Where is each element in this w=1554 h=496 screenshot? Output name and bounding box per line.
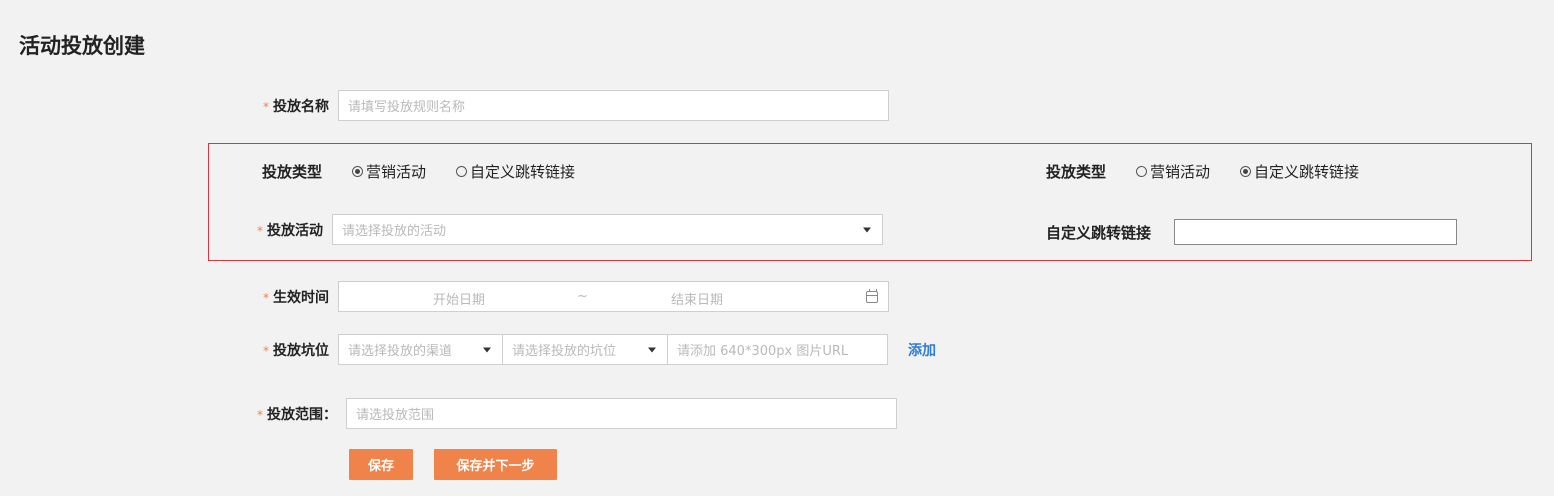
position-select[interactable]: 请选择投放的坑位 bbox=[503, 334, 668, 365]
channel-placeholder: 请选择投放的渠道 bbox=[348, 344, 453, 359]
name-input[interactable]: 请填写投放规则名称 bbox=[338, 90, 889, 121]
start-date-placeholder: 开始日期 bbox=[433, 293, 486, 308]
position-placeholder: 请选择投放的坑位 bbox=[512, 344, 617, 359]
radio-checked-icon bbox=[1240, 166, 1252, 177]
form-row-slot: * 投放坑位 请选择投放的渠道 请选择投放的坑位 请添加 640*300px 图片… bbox=[263, 334, 936, 365]
time-label: * 生效时间 bbox=[263, 287, 329, 307]
channel-select[interactable]: 请选择投放的渠道 bbox=[338, 334, 503, 365]
radio-label: 营销活动 bbox=[1150, 163, 1211, 181]
form-row-name: * 投放名称 请填写投放规则名称 bbox=[263, 90, 889, 121]
save-next-button[interactable]: 保存并下一步 bbox=[434, 449, 557, 480]
time-label-text: 生效时间 bbox=[273, 289, 329, 306]
radio-checked-icon bbox=[352, 166, 364, 177]
form-row-custom-link: 自定义跳转链接 bbox=[1046, 219, 1458, 245]
required-mark: * bbox=[263, 290, 269, 305]
name-label-text: 投放名称 bbox=[273, 98, 329, 115]
activity-select[interactable]: 请选择投放的活动 bbox=[332, 214, 883, 245]
chevron-down-icon bbox=[648, 347, 656, 352]
radio-unchecked-icon bbox=[1136, 166, 1148, 177]
slot-label-text: 投放坑位 bbox=[273, 342, 329, 359]
radio-custom-link-right[interactable]: 自定义跳转链接 bbox=[1240, 161, 1359, 182]
name-label: * 投放名称 bbox=[263, 96, 329, 116]
calendar-icon bbox=[866, 289, 878, 303]
required-mark: * bbox=[263, 343, 269, 358]
chevron-down-icon bbox=[863, 227, 871, 232]
save-button[interactable]: 保存 bbox=[349, 449, 413, 480]
slot-label: * 投放坑位 bbox=[263, 340, 329, 360]
activity-placeholder: 请选择投放的活动 bbox=[342, 224, 447, 239]
type-label-left: 投放类型 bbox=[262, 163, 323, 181]
form-row-type-right: 投放类型 营销活动 自定义跳转链接 bbox=[1046, 161, 1359, 182]
date-separator: ~ bbox=[577, 289, 588, 304]
required-mark: * bbox=[263, 99, 269, 114]
page-title: 活动投放创建 bbox=[19, 34, 145, 58]
radio-custom-link-left[interactable]: 自定义跳转链接 bbox=[456, 161, 575, 182]
image-url-input[interactable]: 请添加 640*300px 图片URL bbox=[668, 334, 888, 365]
form-row-time: * 生效时间 开始日期 ~ 结束日期 bbox=[263, 281, 889, 312]
radio-label: 自定义跳转链接 bbox=[470, 163, 576, 181]
scope-label: * 投放范围： bbox=[257, 404, 337, 424]
required-mark: * bbox=[257, 223, 263, 238]
form-row-scope: * 投放范围： 请选投放范围 bbox=[257, 398, 897, 429]
custom-link-label: 自定义跳转链接 bbox=[1046, 223, 1152, 242]
radio-marketing-left[interactable]: 营销活动 bbox=[352, 161, 426, 182]
type-radio-group-right: 营销活动 自定义跳转链接 bbox=[1136, 161, 1359, 182]
form-row-activity: * 投放活动 请选择投放的活动 bbox=[257, 214, 883, 245]
activity-label: * 投放活动 bbox=[257, 220, 323, 240]
radio-unchecked-icon bbox=[456, 166, 468, 177]
type-label-right: 投放类型 bbox=[1046, 163, 1107, 181]
type-radio-group-left: 营销活动 自定义跳转链接 bbox=[352, 161, 575, 182]
scope-input[interactable]: 请选投放范围 bbox=[346, 398, 897, 429]
chevron-down-icon bbox=[483, 347, 491, 352]
activity-label-text: 投放活动 bbox=[267, 222, 323, 239]
radio-label: 营销活动 bbox=[366, 163, 427, 181]
add-link[interactable]: 添加 bbox=[908, 340, 936, 360]
date-range-picker[interactable]: 开始日期 ~ 结束日期 bbox=[338, 281, 889, 312]
required-mark: * bbox=[257, 407, 263, 422]
scope-label-text: 投放范围： bbox=[267, 406, 337, 423]
end-date-placeholder: 结束日期 bbox=[671, 293, 724, 308]
custom-link-input[interactable] bbox=[1174, 219, 1458, 245]
radio-marketing-right[interactable]: 营销活动 bbox=[1136, 161, 1210, 182]
radio-label: 自定义跳转链接 bbox=[1254, 163, 1360, 181]
form-row-type-left: 投放类型 营销活动 自定义跳转链接 bbox=[262, 161, 575, 182]
